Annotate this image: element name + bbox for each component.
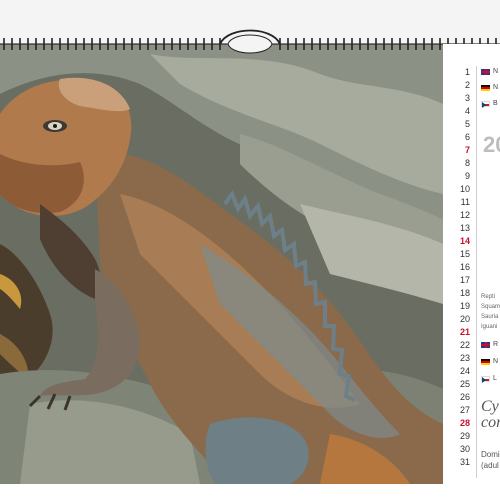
wall-calendar: 1 2 3 4 5 6 7 8 9 10 11 12 13 14 15 16 17 18 19 20 21 22 23 24 2…	[0, 0, 500, 500]
species-name-german: N	[493, 358, 499, 365]
month-name-czech: B	[493, 100, 498, 107]
species-lang-english: R	[481, 341, 498, 348]
day-number: 20	[459, 314, 470, 324]
day-number: 14	[459, 236, 470, 246]
day-number: 15	[459, 249, 470, 259]
day-number: 1	[464, 67, 470, 77]
day-number: 10	[459, 184, 470, 194]
lang-row-czech: B	[481, 100, 498, 108]
uk-flag-icon	[481, 341, 490, 348]
species-name-english: R	[493, 341, 499, 348]
czech-flag-icon	[481, 100, 490, 108]
uk-flag-icon	[481, 68, 490, 75]
day-number: 11	[460, 197, 470, 207]
taxonomy-class: Repti	[481, 294, 496, 300]
day-number: 25	[459, 379, 470, 389]
spiral-binding	[0, 28, 500, 54]
day-number: 19	[459, 301, 470, 311]
day-number: 17	[459, 275, 470, 285]
scientific-name-genus: Cy	[481, 398, 499, 415]
day-number: 12	[459, 210, 470, 220]
taxonomy-suborder: Sauria	[481, 314, 499, 320]
species-lang-german: N	[481, 358, 498, 365]
day-number: 28	[459, 418, 470, 428]
scientific-name: Cy cor	[481, 399, 500, 431]
day-number: 7	[464, 145, 470, 155]
day-list: 1 2 3 4 5 6 7 8 9 10 11 12 13 14 15 16 17 18 19 20 21 22 23 24 2…	[443, 66, 470, 469]
month-name-english: N	[493, 68, 499, 75]
iguana-illustration	[0, 44, 443, 484]
day-number: 26	[459, 392, 470, 402]
species-lang-czech: L	[481, 375, 497, 383]
taxonomy-order: Squam	[481, 304, 500, 310]
scientific-name-species: cor	[481, 414, 500, 431]
date-panel: 1 2 3 4 5 6 7 8 9 10 11 12 13 14 15 16 17 18 19 20 21 22 23 24 2…	[443, 44, 500, 484]
day-number: 18	[459, 288, 470, 298]
year-label: 20	[483, 132, 500, 157]
day-number: 5	[464, 119, 470, 129]
day-number: 2	[464, 80, 470, 90]
day-number: 22	[459, 340, 470, 350]
binding-rings-icon	[0, 29, 500, 54]
lang-row-english: N	[481, 68, 498, 75]
taxonomy-block: Repti Squam Sauria Iguani	[481, 292, 500, 332]
taxonomy-family: Iguani	[481, 324, 498, 330]
panel-divider	[476, 66, 477, 478]
day-number: 21	[459, 327, 470, 337]
day-number: 31	[459, 457, 470, 467]
photo-note: Domi (adul	[481, 449, 500, 471]
month-name-german: N	[493, 84, 499, 91]
note-location: Domi	[481, 450, 500, 459]
day-number: 29	[459, 431, 470, 441]
day-number: 3	[464, 93, 470, 103]
day-number: 16	[459, 262, 470, 272]
day-number: 24	[459, 366, 470, 376]
czech-flag-icon	[481, 375, 490, 383]
iguana-photo	[0, 44, 443, 484]
species-name-czech: L	[493, 375, 497, 382]
day-number: 23	[459, 353, 470, 363]
page-bottom-margin	[0, 484, 500, 500]
day-number: 6	[464, 132, 470, 142]
day-number: 9	[464, 171, 470, 181]
day-number: 13	[459, 223, 470, 233]
lang-row-german: N	[481, 84, 498, 91]
day-number: 30	[459, 444, 470, 454]
day-number: 27	[459, 405, 470, 415]
note-age: (adul	[481, 461, 499, 470]
day-number: 8	[464, 158, 470, 168]
day-number: 4	[464, 106, 470, 116]
germany-flag-icon	[481, 358, 490, 365]
germany-flag-icon	[481, 84, 490, 91]
